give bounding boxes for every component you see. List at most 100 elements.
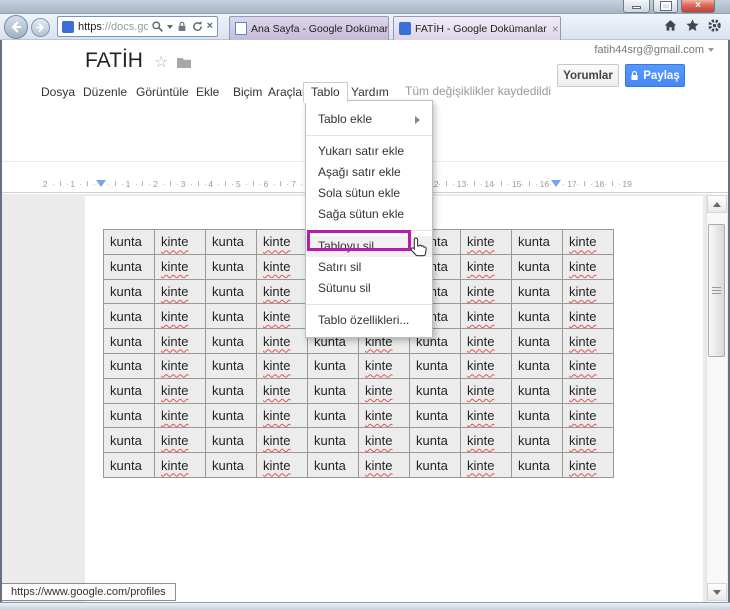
- menu-item-sat-r-sil[interactable]: Satırı sil: [306, 257, 432, 278]
- table-cell[interactable]: kunta: [205, 352, 257, 379]
- table-cell[interactable]: kunta: [103, 352, 155, 379]
- settings-gear-icon[interactable]: [707, 18, 722, 38]
- folder-icon[interactable]: [176, 56, 192, 74]
- table-cell[interactable]: kinte: [460, 328, 512, 354]
- table-cell[interactable]: kunta: [205, 278, 257, 305]
- table-cell[interactable]: kinte: [256, 427, 308, 454]
- table-cell[interactable]: kinte: [358, 452, 410, 478]
- table-cell[interactable]: kunta: [205, 377, 257, 404]
- table-cell[interactable]: kunta: [307, 352, 359, 379]
- table-cell[interactable]: kinte: [460, 253, 512, 280]
- table-cell[interactable]: kinte: [460, 427, 512, 454]
- table-cell[interactable]: kinte: [460, 278, 512, 305]
- minimize-button[interactable]: [623, 0, 650, 13]
- scroll-up-button[interactable]: [707, 195, 727, 213]
- table-cell[interactable]: kinte: [256, 352, 308, 379]
- table-cell[interactable]: kunta: [511, 278, 563, 305]
- table-cell[interactable]: kunta: [511, 352, 563, 379]
- table-cell[interactable]: kinte: [562, 402, 614, 429]
- table-cell[interactable]: kinte: [256, 402, 308, 429]
- table-cell[interactable]: kunta: [511, 402, 563, 429]
- table-cell[interactable]: kunta: [103, 402, 155, 429]
- table-cell[interactable]: kinte: [460, 352, 512, 379]
- menu-d-zenle[interactable]: Düzenle: [75, 82, 135, 101]
- table-cell[interactable]: kinte: [256, 253, 308, 280]
- menu-item-tablo-ekle[interactable]: Tablo ekle: [306, 109, 432, 130]
- table-cell[interactable]: kunta: [103, 229, 155, 255]
- table-cell[interactable]: kunta: [511, 452, 563, 478]
- table-cell[interactable]: kinte: [154, 328, 206, 354]
- table-cell[interactable]: kinte: [358, 377, 410, 404]
- maximize-button[interactable]: [653, 0, 678, 13]
- table-cell[interactable]: kinte: [154, 377, 206, 404]
- menu-item-sola-s-tun-ekle[interactable]: Sola sütun ekle: [306, 183, 432, 204]
- menu-item-sa-a-s-tun-ekle[interactable]: Sağa sütun ekle: [306, 204, 432, 225]
- table-cell[interactable]: kinte: [154, 229, 206, 255]
- favorites-star-icon[interactable]: [685, 18, 700, 38]
- table-cell[interactable]: kunta: [307, 377, 359, 404]
- table-cell[interactable]: kunta: [511, 328, 563, 354]
- left-margin-marker[interactable]: [96, 180, 106, 187]
- table-cell[interactable]: kunta: [205, 253, 257, 280]
- table-cell[interactable]: kunta: [307, 427, 359, 454]
- table-cell[interactable]: kunta: [511, 303, 563, 330]
- browser-tab-2[interactable]: FATİH - Google Dokümanlar ×: [393, 16, 561, 40]
- scrollbar-thumb[interactable]: [708, 224, 725, 357]
- menu-item-tablo-zellikleri[interactable]: Tablo özellikleri...: [306, 310, 432, 331]
- scroll-down-button[interactable]: [707, 583, 727, 601]
- tab-close-icon[interactable]: ×: [547, 23, 559, 35]
- browser-tab-1[interactable]: Ana Sayfa - Google Dokümanlar: [229, 16, 389, 40]
- table-cell[interactable]: kinte: [256, 452, 308, 478]
- table-cell[interactable]: kinte: [154, 352, 206, 379]
- table-cell[interactable]: kinte: [154, 452, 206, 478]
- table-cell[interactable]: kunta: [205, 229, 257, 255]
- menu-g-r-nt-le[interactable]: Görüntüle: [128, 82, 197, 101]
- table-cell[interactable]: kinte: [358, 352, 410, 379]
- document-title[interactable]: FATİH: [85, 49, 143, 73]
- table-cell[interactable]: kinte: [460, 377, 512, 404]
- table-cell[interactable]: kunta: [205, 402, 257, 429]
- table-cell[interactable]: kinte: [562, 328, 614, 354]
- forward-button[interactable]: [31, 18, 50, 37]
- table-cell[interactable]: kinte: [154, 402, 206, 429]
- menu-item-a-a-sat-r-ekle[interactable]: Aşağı satır ekle: [306, 162, 432, 183]
- right-margin-marker[interactable]: [551, 180, 561, 187]
- stop-icon[interactable]: ×: [207, 21, 213, 32]
- table-cell[interactable]: kunta: [103, 303, 155, 330]
- table-cell[interactable]: kinte: [562, 427, 614, 454]
- table-cell[interactable]: kunta: [205, 452, 257, 478]
- table-cell[interactable]: kunta: [307, 452, 359, 478]
- table-cell[interactable]: kunta: [307, 402, 359, 429]
- table-cell[interactable]: kinte: [256, 303, 308, 330]
- table-cell[interactable]: kinte: [562, 377, 614, 404]
- menu-yard-m[interactable]: Yardım: [343, 82, 397, 101]
- table-cell[interactable]: kunta: [205, 303, 257, 330]
- table-cell[interactable]: kinte: [358, 402, 410, 429]
- table-cell[interactable]: kunta: [511, 377, 563, 404]
- table-cell[interactable]: kinte: [154, 278, 206, 305]
- table-cell[interactable]: kunta: [103, 377, 155, 404]
- search-dropdown-icon[interactable]: [166, 24, 173, 29]
- address-bar[interactable]: https://docs.goo... ×: [57, 16, 218, 37]
- table-cell[interactable]: kunta: [511, 229, 563, 255]
- table-cell[interactable]: kunta: [103, 253, 155, 280]
- table-cell[interactable]: kinte: [154, 427, 206, 454]
- table-cell[interactable]: kunta: [205, 427, 257, 454]
- close-window-button[interactable]: ×: [681, 0, 715, 13]
- table-cell[interactable]: kunta: [103, 427, 155, 454]
- vertical-scrollbar[interactable]: [706, 194, 727, 602]
- account-menu[interactable]: fatih44srg@gmail.com: [594, 44, 714, 56]
- back-button[interactable]: [4, 15, 28, 39]
- table-cell[interactable]: kinte: [562, 452, 614, 478]
- table-cell[interactable]: kinte: [562, 278, 614, 305]
- table-cell[interactable]: kunta: [103, 278, 155, 305]
- table-cell[interactable]: kinte: [358, 427, 410, 454]
- table-cell[interactable]: kinte: [256, 328, 308, 354]
- table-cell[interactable]: kunta: [409, 377, 461, 404]
- menu-item-yukar-sat-r-ekle[interactable]: Yukarı satır ekle: [306, 141, 432, 162]
- menu-ekle[interactable]: Ekle: [188, 82, 227, 101]
- table-cell[interactable]: kunta: [409, 427, 461, 454]
- star-document-icon[interactable]: ☆: [154, 52, 168, 72]
- table-cell[interactable]: kinte: [562, 303, 614, 330]
- table-cell[interactable]: kunta: [511, 427, 563, 454]
